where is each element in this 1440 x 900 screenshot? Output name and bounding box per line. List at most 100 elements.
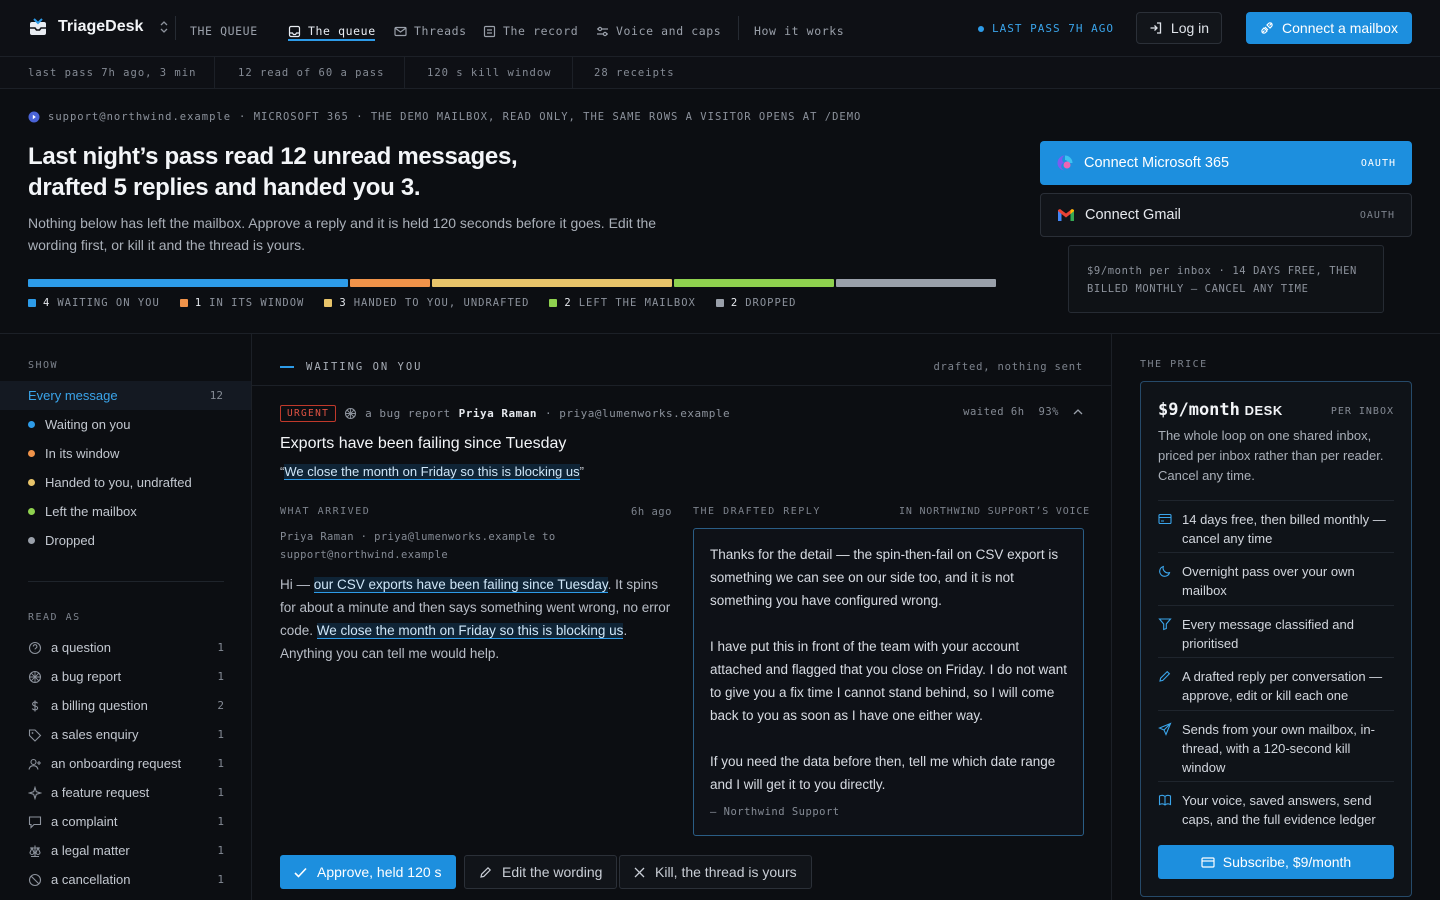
confidence-score: 93% bbox=[1038, 406, 1059, 418]
drafted-reply[interactable]: Thanks for the detail — the spin-then-fa… bbox=[693, 528, 1084, 836]
connect-mailbox-button[interactable]: Connect a mailbox bbox=[1246, 12, 1412, 44]
nav-section-label: THE QUEUE bbox=[190, 24, 258, 38]
read-as-item[interactable]: a complaint 1 bbox=[28, 807, 224, 836]
read-as-item[interactable]: a billing question 2 bbox=[28, 691, 224, 720]
connect-gmail-button[interactable]: Connect Gmail OAUTH bbox=[1040, 193, 1412, 237]
queue-main: WAITING ON YOU drafted, nothing sent URG… bbox=[252, 334, 1112, 900]
read-as-item[interactable]: a legal matter 1 bbox=[28, 836, 224, 865]
connect-microsoft-label: Connect Microsoft 365 bbox=[1084, 155, 1230, 171]
legend-swatch bbox=[28, 299, 36, 307]
read-as-item[interactable]: a bug report 1 bbox=[28, 662, 224, 691]
subscribe-button[interactable]: Subscribe, $9/month bbox=[1158, 845, 1394, 879]
nav-item-label: The record bbox=[503, 24, 579, 38]
read-as-count: 1 bbox=[217, 728, 224, 741]
nav-item-threads[interactable]: Threads bbox=[394, 20, 467, 42]
connect-microsoft-button[interactable]: Connect Microsoft 365 OAUTH bbox=[1040, 141, 1412, 185]
message-meta-right: waited 6h 93% bbox=[963, 406, 1083, 418]
breakdown-bar bbox=[28, 279, 996, 287]
hero-description: Nothing below has left the mailbox. Appr… bbox=[28, 215, 657, 253]
read-as-item[interactable]: a sales enquiry 1 bbox=[28, 720, 224, 749]
legend-item[interactable]: 2 LEFT THE MAILBOX bbox=[549, 297, 695, 309]
price-per: PER INBOX bbox=[1330, 406, 1394, 417]
read-as-count: 1 bbox=[217, 873, 224, 886]
hero-title-line: Last night’s pass read 12 unread message… bbox=[28, 143, 518, 170]
price-feature-text: 14 days free, then billed monthly — canc… bbox=[1182, 512, 1386, 546]
read-as-count: 1 bbox=[217, 670, 224, 683]
price-panel: THE PRICE $9/month DESK PER INBOX The wh… bbox=[1112, 334, 1440, 900]
show-filter-item[interactable]: Handed to you, undrafted bbox=[0, 468, 251, 497]
legend-label: IN ITS WINDOW bbox=[209, 297, 305, 309]
read-as-item[interactable]: a cancellation 1 bbox=[28, 865, 224, 894]
stat-kill-window: 120 s kill window bbox=[427, 67, 552, 79]
kill-button[interactable]: Kill, the thread is yours bbox=[619, 855, 812, 889]
price-feature: Every message classified and prioritised bbox=[1158, 605, 1394, 653]
heading-accent bbox=[280, 366, 294, 368]
sparkle-icon bbox=[28, 785, 42, 800]
message-subject[interactable]: Exports have been failing since Tuesday bbox=[280, 435, 566, 453]
price-feature: 14 days free, then billed monthly — canc… bbox=[1158, 500, 1394, 548]
bug-icon bbox=[28, 670, 42, 684]
microsoft-365-icon bbox=[1056, 154, 1074, 172]
login-icon bbox=[1149, 21, 1163, 35]
chevron-updown-icon[interactable] bbox=[159, 20, 169, 34]
show-filter-item[interactable]: Waiting on you bbox=[0, 410, 251, 439]
show-filter-label: Dropped bbox=[45, 533, 95, 548]
legend-swatch bbox=[549, 299, 558, 307]
read-as-label: a bug report bbox=[51, 669, 122, 684]
approve-button[interactable]: Approve, held 120 s bbox=[280, 855, 456, 889]
read-as-item[interactable]: a question 1 bbox=[28, 633, 224, 662]
check-icon bbox=[294, 867, 307, 878]
tag-icon bbox=[28, 728, 42, 742]
price-unit: DESK bbox=[1244, 403, 1283, 418]
legend-count: 2 bbox=[730, 297, 739, 309]
read-as-count: 2 bbox=[217, 699, 224, 712]
draft-label: THE DRAFTED REPLY bbox=[693, 506, 821, 517]
price-feature-text: Your voice, saved answers, send caps, an… bbox=[1182, 793, 1376, 827]
message-sender: Priya Raman bbox=[458, 406, 537, 420]
status-dot bbox=[28, 537, 35, 544]
breakdown-segment bbox=[350, 279, 430, 287]
show-filter-item[interactable]: Left the mailbox bbox=[0, 497, 251, 526]
legend-item[interactable]: 2 DROPPED bbox=[715, 297, 797, 309]
ban-icon bbox=[28, 873, 42, 887]
active-tab-indicator bbox=[288, 39, 375, 41]
breakdown-segment bbox=[28, 279, 348, 287]
nav-item-record[interactable]: The record bbox=[483, 20, 578, 42]
quote-highlight: We close the month on Friday so this is … bbox=[284, 464, 580, 480]
read-as-item[interactable]: a feature request 1 bbox=[28, 778, 224, 807]
draft-voice: IN NORTHWIND SUPPORT’S VOICE bbox=[899, 506, 1090, 517]
read-as-label: a feature request bbox=[51, 785, 150, 800]
oauth-badge: OAUTH bbox=[1360, 157, 1396, 169]
arrived-time: 6h ago bbox=[631, 506, 672, 518]
mailbox-source: support@northwind.example · MICROSOFT 36… bbox=[28, 111, 861, 123]
brand-name: TriageDesk bbox=[58, 18, 144, 35]
login-button[interactable]: Log in bbox=[1136, 12, 1222, 44]
waited-time: waited 6h bbox=[963, 406, 1025, 418]
top-nav: TriageDesk THE QUEUE The queue Threads T… bbox=[0, 0, 1440, 57]
legend-item[interactable]: 3 HANDED TO YOU, UNDRAFTED bbox=[324, 297, 529, 309]
chevron-up-icon[interactable] bbox=[1073, 408, 1083, 416]
price-feature-text: Sends from your own mailbox, in-thread, … bbox=[1182, 722, 1375, 775]
ledger-icon bbox=[483, 25, 496, 38]
legend-item[interactable]: 4 WAITING ON YOU bbox=[28, 297, 160, 309]
card-icon bbox=[1201, 856, 1215, 868]
show-filter-item[interactable]: In its window bbox=[0, 439, 251, 468]
legend-swatch bbox=[715, 299, 724, 307]
price-heading: THE PRICE bbox=[1140, 359, 1208, 370]
show-filter-item[interactable]: Dropped bbox=[0, 526, 251, 555]
show-filter-item[interactable]: Every message 12 bbox=[0, 381, 251, 410]
brand[interactable]: TriageDesk bbox=[28, 17, 169, 37]
show-filter-label: Handed to you, undrafted bbox=[45, 475, 192, 490]
nav-divider bbox=[738, 16, 739, 40]
legend-swatch bbox=[324, 299, 333, 307]
legend-item[interactable]: 1 IN ITS WINDOW bbox=[179, 297, 305, 309]
show-filter-label: Waiting on you bbox=[45, 417, 131, 432]
nav-item-voice[interactable]: Voice and caps bbox=[596, 20, 721, 42]
read-as-item[interactable]: an onboarding request 1 bbox=[28, 749, 224, 778]
nav-item-how-it-works[interactable]: How it works bbox=[754, 20, 844, 42]
connect-gmail-label: Connect Gmail bbox=[1085, 207, 1181, 223]
stat-divider bbox=[404, 57, 405, 89]
last-pass-label: LAST PASS 7H AGO bbox=[992, 22, 1114, 35]
edit-wording-button[interactable]: Edit the wording bbox=[464, 855, 618, 889]
message-kind: a bug report bbox=[365, 406, 451, 420]
